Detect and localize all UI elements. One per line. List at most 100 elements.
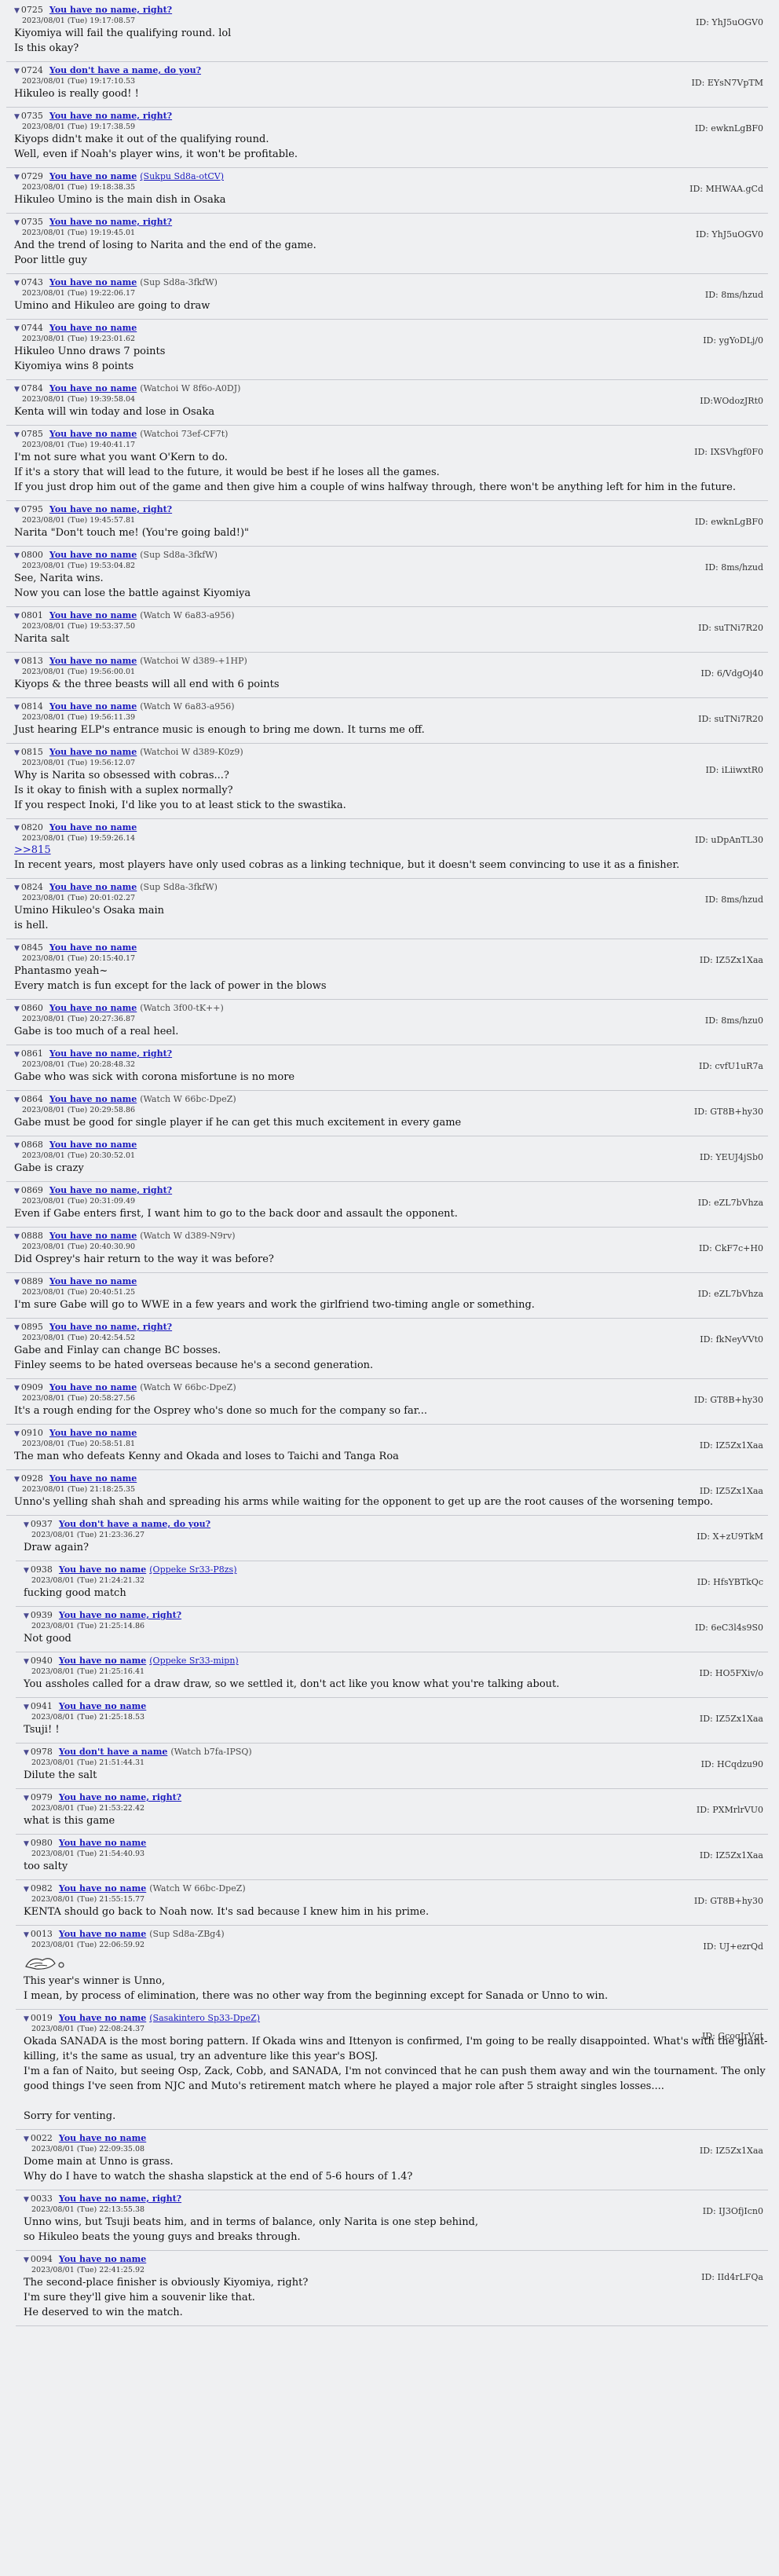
poster-id[interactable]: ID: IZ5Zx1Xaa [700,1440,763,1451]
poster-name[interactable]: You have no name, right? [49,217,172,227]
poster-name[interactable]: You have no name [49,610,137,620]
poster-id[interactable]: ID: GT8B+hy30 [694,1395,763,1405]
poster-trip[interactable]: (Sup Sd8a-3fkfW) [140,550,218,560]
post-number[interactable]: 0864 [21,1094,43,1104]
collapse-toggle-icon[interactable]: ▼ [14,113,20,121]
poster-trip[interactable]: (Watch W 6a83-a956) [140,701,234,712]
collapse-toggle-icon[interactable]: ▼ [14,386,20,393]
post-number[interactable]: 0729 [21,171,43,181]
post-number[interactable]: 0795 [21,504,43,514]
collapse-toggle-icon[interactable]: ▼ [14,1385,20,1392]
collapse-toggle-icon[interactable]: ▼ [24,1886,29,1894]
poster-name[interactable]: You have no name, right? [59,1610,181,1620]
poster-trip[interactable]: (Watch W 66bc-DpeZ) [140,1094,236,1104]
post-number[interactable]: 0939 [31,1610,53,1620]
poster-name[interactable]: You have no name, right? [59,2194,181,2204]
collapse-toggle-icon[interactable]: ▼ [14,825,20,832]
poster-name[interactable]: You have no name [49,701,137,712]
post-number[interactable]: 0868 [21,1140,43,1150]
poster-name[interactable]: You have no name [59,1929,146,1939]
poster-name[interactable]: You have no name [59,1701,146,1711]
poster-id[interactable]: ID: HfsYBTkQc [697,1577,763,1587]
post-number[interactable]: 0824 [21,882,43,892]
poster-id[interactable]: ID:WOdozJRt0 [700,396,763,406]
post-number[interactable]: 0888 [21,1231,43,1241]
collapse-toggle-icon[interactable]: ▼ [14,1096,20,1104]
post-number[interactable]: 0845 [21,942,43,953]
post-number[interactable]: 0815 [21,747,43,757]
collapse-toggle-icon[interactable]: ▼ [24,2135,29,2143]
post-number[interactable]: 0735 [21,217,43,227]
collapse-toggle-icon[interactable]: ▼ [14,884,20,892]
poster-id[interactable]: ID: CkF7c+H0 [699,1243,763,1253]
collapse-toggle-icon[interactable]: ▼ [24,1749,29,1757]
poster-trip[interactable]: (Sup Sd8a-3fkfW) [140,882,218,892]
poster-id[interactable]: ID: IZ5Zx1Xaa [700,955,763,965]
poster-name[interactable]: You have no name, right? [49,504,172,514]
poster-trip[interactable]: (Sasakintero Sp33-DpeZ) [149,2013,260,2023]
poster-name[interactable]: You have no name [59,2013,146,2023]
poster-id[interactable]: ID: EYsN7VpTM [691,78,763,88]
post-number[interactable]: 0940 [31,1656,53,1666]
poster-id[interactable]: ID: YEUJ4jSb0 [700,1152,763,1162]
poster-id[interactable]: ID: HO5FXiv/o [699,1668,763,1678]
poster-name[interactable]: You have no name [49,1382,137,1392]
post-number[interactable]: 0928 [21,1473,43,1484]
poster-trip[interactable]: (Sup Sd8a-ZBg4) [149,1929,224,1939]
post-number[interactable]: 0938 [31,1564,53,1575]
poster-name[interactable]: You have no name [49,942,137,953]
post-number[interactable]: 0861 [21,1048,43,1059]
poster-id[interactable]: ID: IZ5Zx1Xaa [700,2146,763,2156]
poster-name[interactable]: You have no name, right? [49,111,172,121]
poster-trip[interactable]: (Watchoi W 8f6o-A0DJ) [140,383,240,393]
poster-name[interactable]: You have no name [49,1003,137,1013]
post-number[interactable]: 0895 [21,1322,43,1332]
post-number[interactable]: 0978 [31,1747,53,1757]
post-number[interactable]: 0937 [31,1519,53,1529]
poster-name[interactable]: You don't have a name, do you? [59,1519,210,1529]
collapse-toggle-icon[interactable]: ▼ [14,749,20,757]
collapse-toggle-icon[interactable]: ▼ [14,68,20,75]
poster-name[interactable]: You have no name, right? [59,1792,181,1802]
post-number[interactable]: 0909 [21,1382,43,1392]
collapse-toggle-icon[interactable]: ▼ [14,325,20,333]
poster-id[interactable]: ID: YhJ5uOGV0 [696,17,763,27]
collapse-toggle-icon[interactable]: ▼ [14,174,20,181]
poster-trip[interactable]: (Watch W 66bc-DpeZ) [140,1382,236,1392]
collapse-toggle-icon[interactable]: ▼ [24,1931,29,1939]
poster-id[interactable]: ID: HCqdzu90 [701,1759,763,1769]
poster-id[interactable]: ID: ygYoDLj/0 [703,335,763,346]
collapse-toggle-icon[interactable]: ▼ [24,1612,29,1620]
collapse-toggle-icon[interactable]: ▼ [14,704,20,712]
post-number[interactable]: 0743 [21,277,43,287]
poster-name[interactable]: You have no name [49,171,137,181]
poster-trip[interactable]: (Watch W 66bc-DpeZ) [149,1883,245,1894]
post-number[interactable]: 0784 [21,383,43,393]
poster-name[interactable]: You have no name [49,747,137,757]
poster-id[interactable]: ID: GT8B+hy30 [694,1896,763,1906]
poster-name[interactable]: You have no name, right? [49,1322,172,1332]
post-number[interactable]: 0725 [21,5,43,15]
poster-name[interactable]: You don't have a name, do you? [49,65,201,75]
post-number[interactable]: 0979 [31,1792,53,1802]
poster-id[interactable]: ID: ewknLgBF0 [695,517,763,527]
post-number[interactable]: 0785 [21,429,43,439]
poster-id[interactable]: ID: eZL7bVhza [698,1289,763,1299]
poster-name[interactable]: You have no name [49,277,137,287]
poster-id[interactable]: ID: PXMrlrVU0 [697,1805,763,1815]
poster-trip[interactable]: (Watch W 6a83-a956) [140,610,234,620]
reply-anchor-link[interactable]: >>815 [14,844,768,857]
collapse-toggle-icon[interactable]: ▼ [24,2015,29,2023]
poster-id[interactable]: ID: 8ms/hzud [705,562,763,573]
collapse-toggle-icon[interactable]: ▼ [14,280,20,287]
post-number[interactable]: 0033 [31,2194,53,2204]
poster-id[interactable]: ID: IZ5Zx1Xaa [700,1486,763,1496]
poster-id[interactable]: ID: 6/VdgOj40 [700,668,763,679]
collapse-toggle-icon[interactable]: ▼ [14,1324,20,1332]
collapse-toggle-icon[interactable]: ▼ [14,1142,20,1150]
poster-id[interactable]: ID: suTNi7R20 [698,714,763,724]
poster-name[interactable]: You have no name, right? [49,1185,172,1195]
poster-id[interactable]: ID: 8ms/hzu0 [705,1015,763,1026]
poster-name[interactable]: You have no name, right? [49,1048,172,1059]
collapse-toggle-icon[interactable]: ▼ [24,1795,29,1802]
